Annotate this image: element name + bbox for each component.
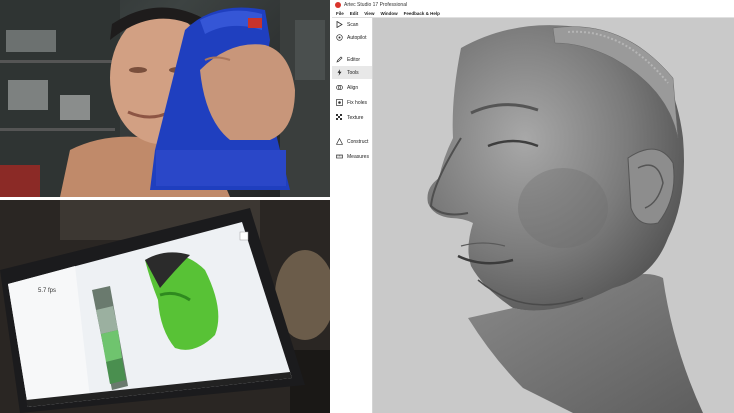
tool-align[interactable]: Align xyxy=(332,81,372,94)
scanning-photo xyxy=(0,0,330,197)
tool-label: Scan xyxy=(347,21,359,28)
app-logo-icon xyxy=(335,1,341,8)
window-title: Artec Studio 17 Professional xyxy=(344,1,408,8)
tool-label: Editor xyxy=(347,56,361,63)
tool-label: Construct xyxy=(347,138,369,145)
tool-scan[interactable]: Scan xyxy=(332,18,372,31)
tool-editor[interactable]: Editor xyxy=(332,53,372,66)
texture-icon xyxy=(336,114,343,121)
fix-holes-icon xyxy=(336,99,343,106)
tool-label: Fix holes xyxy=(347,99,368,106)
tool-sidebar: Scan Autopilot Editor Tools Align Fix ho… xyxy=(332,18,373,413)
scanning-photo-illustration xyxy=(0,0,330,197)
autopilot-icon xyxy=(336,34,343,41)
laptop-fps-readout: 5.7 fps xyxy=(38,288,56,294)
measures-icon xyxy=(336,153,343,160)
pencil-icon xyxy=(336,56,343,63)
artec-studio-window: Artec Studio 17 Professional File Edit V… xyxy=(332,0,734,413)
tool-measures[interactable]: Measures xyxy=(332,150,372,163)
tool-label: Autopilot xyxy=(347,34,367,41)
tool-fix-holes[interactable]: Fix holes xyxy=(332,96,372,109)
play-icon xyxy=(336,21,343,28)
construct-icon xyxy=(336,138,343,145)
scanned-head-model[interactable] xyxy=(373,18,734,413)
menu-window[interactable]: Window xyxy=(380,11,397,16)
menu-bar: File Edit View Window Feedback & Help xyxy=(332,9,734,18)
laptop-photo-illustration: 5.7 fps xyxy=(0,200,330,413)
menu-edit[interactable]: Edit xyxy=(350,11,359,16)
tool-label: Measures xyxy=(347,153,369,160)
tool-tools[interactable]: Tools xyxy=(332,66,372,79)
tool-texture[interactable]: Texture xyxy=(332,111,372,124)
3d-viewport[interactable] xyxy=(373,18,734,413)
tool-label: Align xyxy=(347,84,359,91)
tool-construct[interactable]: Construct xyxy=(332,135,372,148)
menu-feedback-help[interactable]: Feedback & Help xyxy=(404,11,440,16)
laptop-photo: 5.7 fps xyxy=(0,200,330,413)
tool-label: Tools xyxy=(347,69,359,76)
lightning-icon xyxy=(336,69,343,76)
menu-view[interactable]: View xyxy=(364,11,374,16)
title-bar: Artec Studio 17 Professional xyxy=(332,0,734,9)
menu-file[interactable]: File xyxy=(336,11,344,16)
tool-label: Texture xyxy=(347,114,364,121)
tool-autopilot[interactable]: Autopilot xyxy=(332,31,372,44)
align-icon xyxy=(336,84,343,91)
